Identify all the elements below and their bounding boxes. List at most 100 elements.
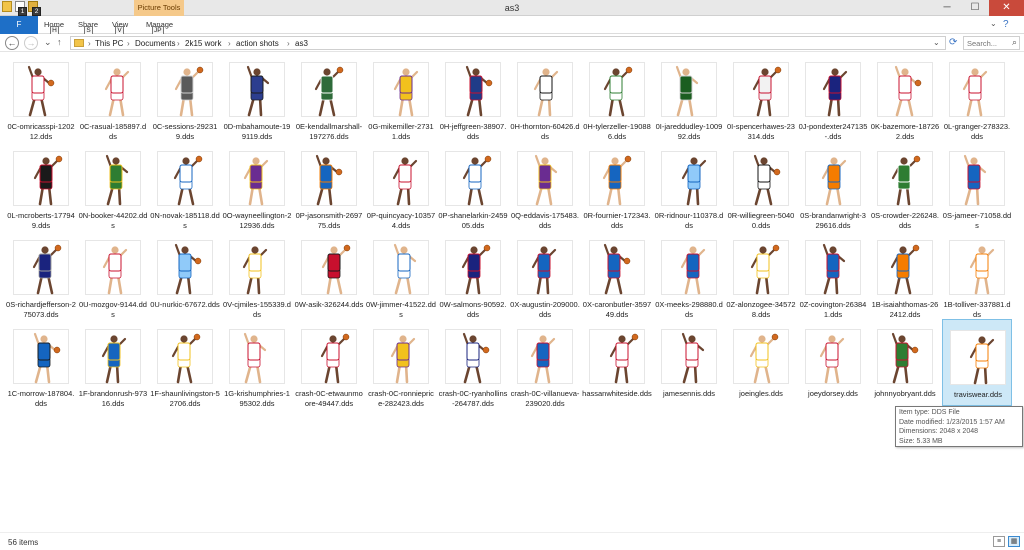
file-item[interactable]: 0W-jimmer-41522.dds (366, 230, 436, 319)
file-item[interactable]: 0X-meeks-298880.dds (654, 230, 724, 319)
file-name: 0S-brandanwright-329616.dds (800, 211, 866, 230)
file-item[interactable]: 0R-fournier-172343.dds (582, 141, 652, 230)
file-thumbnail (13, 329, 69, 384)
file-item[interactable]: 0N-booker-44202.dds (78, 141, 148, 230)
file-item[interactable]: 0N-novak-185118.dds (150, 141, 220, 230)
file-name: crash-0C-etwaunmoore-49447.dds (295, 389, 363, 408)
file-name: 1B-tolliver-337881.dds (943, 300, 1011, 319)
file-tooltip: Item type: DDS File Date modified: 1/23/… (895, 406, 1023, 447)
details-view-icon[interactable]: ≡ (993, 536, 1005, 547)
file-item[interactable]: 0W-salmons-90592.dds (438, 230, 508, 319)
file-item[interactable]: crash-0C-ryanhollins-264787.dds (438, 319, 508, 408)
file-item[interactable]: 0G-mikemiller-27311.dds (366, 52, 436, 141)
file-name: 0J-pondexter247135-.dds (798, 122, 868, 141)
file-item[interactable]: 1C-morrow-187804.dds (6, 319, 76, 408)
address-dropdown-icon[interactable]: ⌄ (933, 38, 940, 47)
refresh-icon[interactable]: ⟳ (949, 37, 957, 48)
breadcrumb-documents[interactable]: Documents (135, 39, 175, 48)
file-item[interactable]: 0L-granger-278323.dds (942, 52, 1012, 141)
file-item[interactable]: 0X-augustin-209000.dds (510, 230, 580, 319)
item-count: 56 items (8, 538, 39, 547)
breadcrumb-action-shots[interactable]: action shots (236, 39, 279, 48)
player-figure-icon (27, 65, 55, 117)
address-path[interactable]: › This PC › Documents › 2k15 work › acti… (70, 36, 946, 50)
file-name: 1G-krishumphries-195302.dds (224, 389, 290, 408)
breadcrumb-2k15-work[interactable]: 2k15 work (185, 39, 221, 48)
file-item[interactable]: crash-0C-etwaunmoore-49447.dds (294, 319, 364, 408)
file-item[interactable]: 0R-williegreen-50400.dds (726, 141, 796, 230)
player-figure-icon (461, 244, 491, 295)
file-item[interactable]: 0J-pondexter247135-.dds (798, 52, 868, 141)
file-item[interactable]: 0V-cjmiles-155339.dds (222, 230, 292, 319)
file-item[interactable]: 1F-shaunlivingston-52706.dds (150, 319, 220, 408)
player-figure-icon (962, 68, 988, 117)
file-item[interactable]: 0S-richardjefferson-275073.dds (6, 230, 76, 319)
minimize-button[interactable]: ─ (933, 0, 961, 16)
file-item[interactable]: 0I-spencerhawes-23314.dds (726, 52, 796, 141)
file-item[interactable]: crash-0C-ronnieprice-282423.dds (366, 319, 436, 408)
player-figure-icon (603, 243, 631, 295)
file-thumbnail (445, 240, 501, 295)
maximize-button[interactable]: ☐ (961, 0, 989, 16)
file-item[interactable]: 0E-kendallmarshall-197276.dds (294, 52, 364, 141)
file-item[interactable]: 0I-jareddudley-100992.dds (654, 52, 724, 141)
file-tab[interactable]: F (0, 16, 38, 34)
file-item[interactable]: 0U-mozgov-9144.dds (78, 230, 148, 319)
file-item[interactable]: 0P-shanelarkin-245905.dds (438, 141, 508, 230)
file-item[interactable]: 0C-omricasspi-120212.dds (6, 52, 76, 141)
file-item[interactable]: 0H-tylerzeller-190886.dds (582, 52, 652, 141)
file-item[interactable]: 1B-isaiahthomas-262412.dds (870, 230, 940, 319)
breadcrumb-as3[interactable]: as3 (295, 39, 308, 48)
forward-arrow-icon[interactable]: → (24, 36, 38, 50)
file-item[interactable]: 0Z-alonzogee-345728.dds (726, 230, 796, 319)
file-name: crash-0C-villanueva-239020.dds (510, 389, 580, 408)
file-item[interactable]: 0P-jasonsmith-269775.dds (294, 141, 364, 230)
breadcrumb-this-pc[interactable]: This PC (95, 39, 123, 48)
file-item[interactable]: 0D-mbahamoute-199119.dds (222, 52, 292, 141)
file-item[interactable]: 1G-krishumphries-195302.dds (222, 319, 292, 408)
file-item[interactable]: 0S-jameer-71058.dds (942, 141, 1012, 230)
file-item[interactable]: 0U-nurkic-67672.dds (150, 230, 220, 317)
file-item[interactable]: hassanwhiteside.dds (582, 319, 652, 406)
file-item[interactable]: johnnyobryant.dds (870, 319, 940, 406)
file-item[interactable]: jamesennis.dds (654, 319, 724, 406)
file-name: 0V-cjmiles-155339.dds (223, 300, 291, 319)
file-item[interactable]: crash-0C-villanueva-239020.dds (510, 319, 580, 408)
file-item[interactable]: 1F-brandonrush-97316.dds (78, 319, 148, 408)
file-item[interactable]: 0L-mcroberts-177949.dds (6, 141, 76, 230)
up-arrow-icon[interactable]: ↑ (57, 37, 62, 47)
chevron-down-icon[interactable]: ⌄ (990, 19, 997, 28)
file-item[interactable]: 1B-tolliver-337881.dds (942, 230, 1012, 319)
file-name: 1C-morrow-187804.dds (7, 389, 75, 408)
file-item[interactable]: 0O-wayneellington-212936.dds (222, 141, 292, 230)
file-item[interactable]: joeingles.dds (726, 319, 796, 406)
player-figure-icon (173, 155, 203, 206)
file-item[interactable]: 0Q-eddavis-175483.dds (510, 141, 580, 230)
file-item[interactable]: 0C-sessions-292319.dds (150, 52, 220, 141)
file-item[interactable]: 0Z-covington-263841.dds (798, 230, 868, 319)
file-item[interactable]: 0S-brandanwright-329616.dds (798, 141, 868, 230)
file-item[interactable]: 0H-thornton-60426.dds (510, 52, 580, 141)
file-item[interactable]: 0R-ridnour-110378.dds (654, 141, 724, 230)
file-item[interactable]: 0P-quincyacy-103574.dds (366, 141, 436, 230)
file-item[interactable]: 0W-asik-326244.dds (294, 230, 364, 317)
search-input[interactable] (967, 38, 1007, 48)
recent-locations-icon[interactable]: ⌄ (44, 37, 52, 48)
file-thumbnail (157, 151, 213, 206)
file-item[interactable]: 0H-jeffgreen-38907.dds (438, 52, 508, 141)
help-icon[interactable]: ? (1003, 19, 1009, 30)
file-name: 0X-caronbutler-359749.dds (582, 300, 652, 319)
large-icons-view-icon[interactable]: ▦ (1008, 536, 1020, 547)
file-item[interactable]: 0K-bazemore-187262.dds (870, 52, 940, 141)
file-item[interactable]: traviswear.dds (942, 319, 1012, 406)
file-item[interactable]: 0S-crowder-226248.dds (870, 141, 940, 230)
back-arrow-icon[interactable]: ← (5, 36, 19, 50)
file-thumbnail (445, 151, 501, 206)
player-figure-icon (390, 335, 416, 384)
file-item[interactable]: 0X-caronbutler-359749.dds (582, 230, 652, 319)
search-box[interactable]: ⌕ (963, 36, 1020, 50)
close-button[interactable]: ✕ (989, 0, 1024, 16)
file-item[interactable]: 0C-rasual-185897.dds (78, 52, 148, 141)
search-icon[interactable]: ⌕ (1012, 37, 1017, 48)
file-item[interactable]: joeydorsey.dds (798, 319, 868, 406)
